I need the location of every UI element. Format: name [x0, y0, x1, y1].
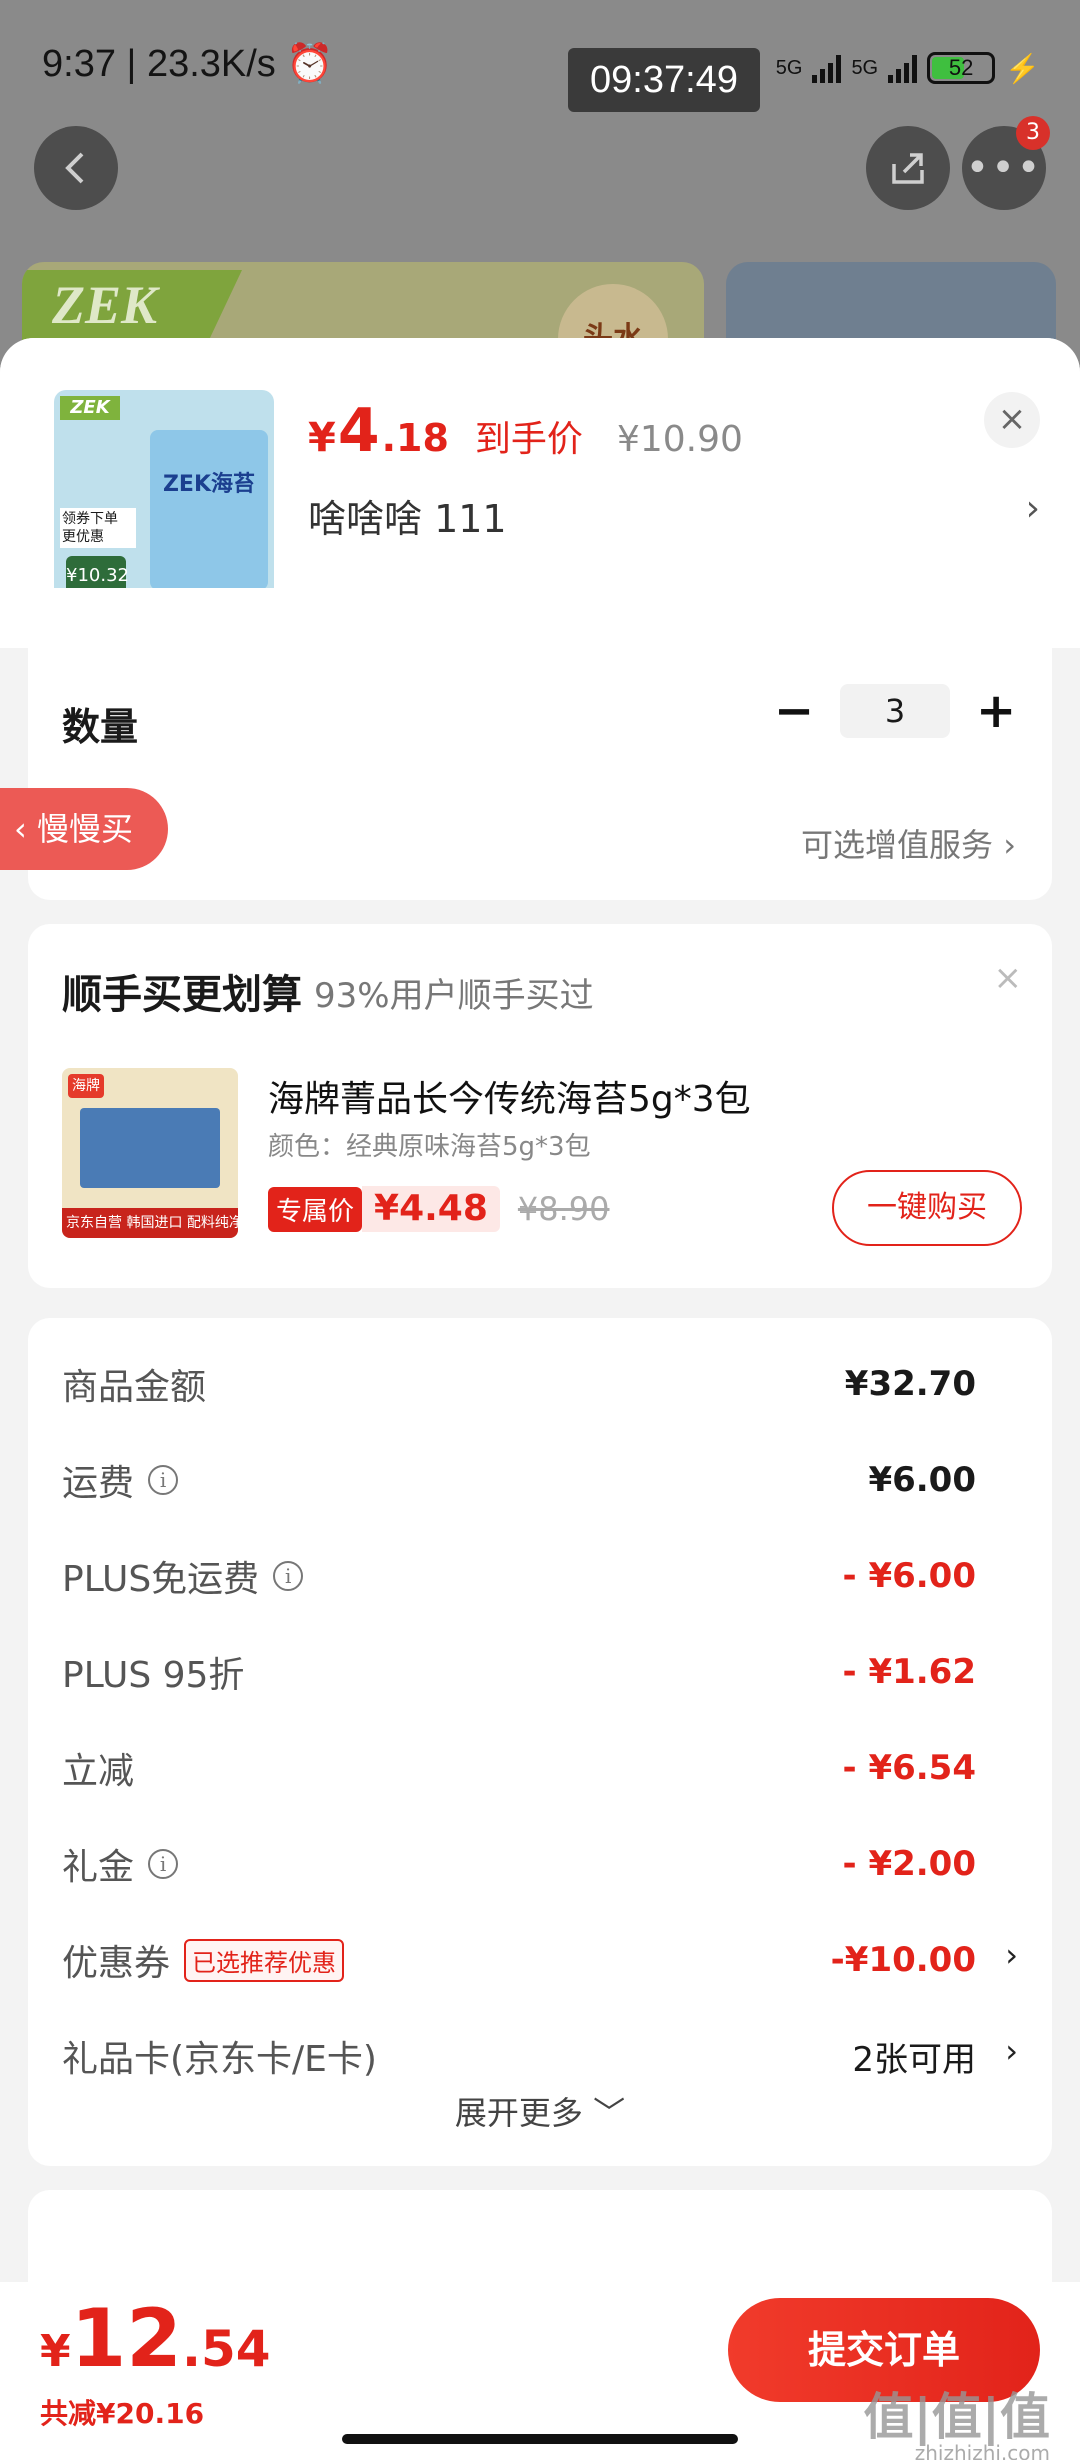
one-click-buy-button[interactable]: 一键购买 [832, 1170, 1022, 1246]
back-arrow-icon [65, 152, 84, 184]
total-price: ¥ 12 .54 [40, 2292, 271, 2385]
fee-card: 商品金额 ¥32.70 运费 i ¥6.00 PLUS免运费 i - ¥6.00 P… [28, 1318, 1052, 2166]
close-icon[interactable]: × [994, 958, 1023, 998]
more-dots-icon: ••• [965, 145, 1043, 191]
status-indicators: 5G 5G 52 ⚡ [776, 48, 1040, 88]
charging-icon: ⚡ [1005, 52, 1040, 84]
bottom-bar: ¥ 12 .54 共减¥20.16 提交订单 值|值|值 zhizhizhi.co… [0, 2282, 1080, 2460]
network-label-2: 5G [851, 56, 879, 79]
bundle-subtitle: 93%用户顺手买过 [314, 976, 594, 1016]
fee-row: 商品金额 ¥32.70 [62, 1354, 976, 1414]
share-button[interactable] [866, 126, 950, 210]
bundle-title: 顺手买更划算 [62, 972, 302, 1018]
plus-button[interactable]: + [976, 684, 1016, 738]
bundle-price: 专属价 ¥4.48 ¥8.90 [268, 1186, 610, 1232]
price-line: ¥ 4 .18 到手价 ¥10.90 [308, 396, 743, 466]
chevron-right-icon[interactable]: › [1005, 1936, 1018, 1974]
fee-row: 运费 i ¥6.00 [62, 1450, 976, 1510]
watermark: 值|值|值 zhizhizhi.com [863, 2388, 1050, 2460]
quantity-label: 数量 [62, 705, 139, 749]
fee-row: 礼金 i - ¥2.00 [62, 1834, 976, 1894]
thumb-package: ZEK海苔 [150, 430, 268, 590]
fee-value: - ¥6.54 [842, 1748, 977, 1788]
bundle-product-image[interactable]: 海牌 京东自营 韩国进口 配料纯净 [62, 1068, 238, 1238]
original-price: ¥10.90 [616, 419, 743, 460]
selected-spec[interactable]: 啥啥啥 111 [308, 488, 507, 543]
slow-buy-tab[interactable]: ‹ 慢慢买 [0, 788, 168, 870]
status-time: 9:37 | 23.3K/s ⏰ [42, 43, 334, 85]
final-price-label: 到手价 [474, 419, 583, 460]
bundle-original-price: ¥8.90 [517, 1190, 610, 1228]
bundle-brand-logo: 海牌 [68, 1074, 104, 1098]
more-button[interactable]: ••• 3 [962, 116, 1050, 210]
price-currency: ¥ [308, 415, 336, 461]
close-icon[interactable]: × [984, 392, 1040, 448]
bundle-price-value: ¥4.48 [362, 1186, 500, 1232]
back-button[interactable] [34, 126, 118, 210]
coupon-row[interactable]: 优惠券 已选推荐优惠 -¥10.00 [62, 1930, 976, 1990]
product-thumbnail[interactable]: ZEK ZEK海苔 领券下单 更优惠 ¥10.32 [54, 390, 274, 610]
fee-label: 运费 [62, 1463, 135, 1504]
order-sheet: ZEK ZEK海苔 领券下单 更优惠 ¥10.32 ¥ 4 .18 到手价 ¥1… [0, 338, 1080, 2460]
quantity-card: 数量 − 3 + 服务 可选增值服务 › [28, 588, 1052, 900]
notification-badge: 3 [1016, 116, 1050, 150]
fee-label: 商品金额 [62, 1367, 207, 1408]
fee-label: 立减 [62, 1751, 135, 1792]
fee-value: ¥6.00 [868, 1460, 976, 1500]
fee-label: 礼品卡(京东卡/E卡) [62, 2039, 377, 2080]
fee-label: PLUS 95折 [62, 1655, 245, 1696]
minus-button[interactable]: − [774, 684, 814, 738]
bundle-package [80, 1108, 220, 1188]
share-icon [892, 153, 924, 184]
info-icon[interactable]: i [148, 1849, 179, 1879]
chevron-right-icon[interactable]: › [1026, 488, 1040, 529]
recommended-tag: 已选推荐优惠 [184, 1938, 345, 1982]
total-saved: 共减¥20.16 [40, 2397, 205, 2430]
bundle-card: 顺手买更划算 93%用户顺手买过 × 海牌 京东自营 韩国进口 配料纯净 海牌菁… [28, 924, 1052, 1288]
bundle-image-tag: 京东自营 韩国进口 配料纯净 [62, 1208, 238, 1238]
info-icon[interactable]: i [148, 1465, 179, 1495]
quantity-value[interactable]: 3 [840, 684, 950, 738]
submit-order-button[interactable]: 提交订单 [728, 2298, 1040, 2402]
status-bar: 9:37 | 23.3K/s ⏰ 09:37:49 5G 5G 52 ⚡ [0, 0, 1080, 130]
fee-value: ¥32.70 [844, 1364, 976, 1404]
battery-icon: 52 [927, 52, 996, 84]
bundle-product-name[interactable]: 海牌菁品长今传统海苔5g*3包 [268, 1070, 751, 1122]
signal-icon-2 [888, 53, 918, 83]
fee-value: - ¥2.00 [842, 1844, 977, 1884]
expand-more-button[interactable]: 展开更多 ﹀ [28, 2088, 1052, 2134]
total-decimal: .54 [181, 2320, 271, 2378]
bundle-product-spec: 颜色：经典原味海苔5g*3包 [268, 1132, 591, 1162]
total-currency: ¥ [40, 2326, 71, 2377]
total-integer: 12 [70, 2292, 182, 2385]
fee-label: 礼金 [62, 1847, 135, 1888]
fee-row: PLUS免运费 i - ¥6.00 [62, 1546, 976, 1606]
service-option[interactable]: 可选增值服务 › [801, 820, 1016, 866]
home-indicator[interactable] [342, 2434, 738, 2444]
info-icon[interactable]: i [273, 1561, 304, 1591]
exclusive-price-tag: 专属价 [268, 1186, 363, 1232]
fee-label: 优惠券 [62, 1943, 171, 1984]
price-decimal: .18 [381, 416, 449, 460]
signal-icon [812, 53, 842, 83]
quantity-stepper: − 3 + [774, 684, 1016, 738]
thumb-note: 领券下单 更优惠 [60, 508, 136, 548]
gift-card-row[interactable]: 礼品卡(京东卡/E卡) 2张可用 [62, 2026, 976, 2086]
fee-row: 立减 - ¥6.54 [62, 1738, 976, 1798]
thumb-logo: ZEK [60, 396, 120, 420]
price-integer: 4 [337, 396, 380, 466]
brand-logo: ZEK [22, 270, 242, 340]
fee-value: -¥10.00 [830, 1940, 976, 1980]
chevron-right-icon[interactable]: › [1005, 2032, 1018, 2070]
network-label: 5G [775, 56, 803, 79]
fee-label: PLUS免运费 [62, 1559, 260, 1600]
fee-value: - ¥1.62 [842, 1652, 977, 1692]
fee-value: - ¥6.00 [842, 1556, 977, 1596]
clock-overlay: 09:37:49 [568, 48, 760, 112]
fee-row: PLUS 95折 - ¥1.62 [62, 1642, 976, 1702]
fee-value: 2张可用 [852, 2039, 976, 2080]
